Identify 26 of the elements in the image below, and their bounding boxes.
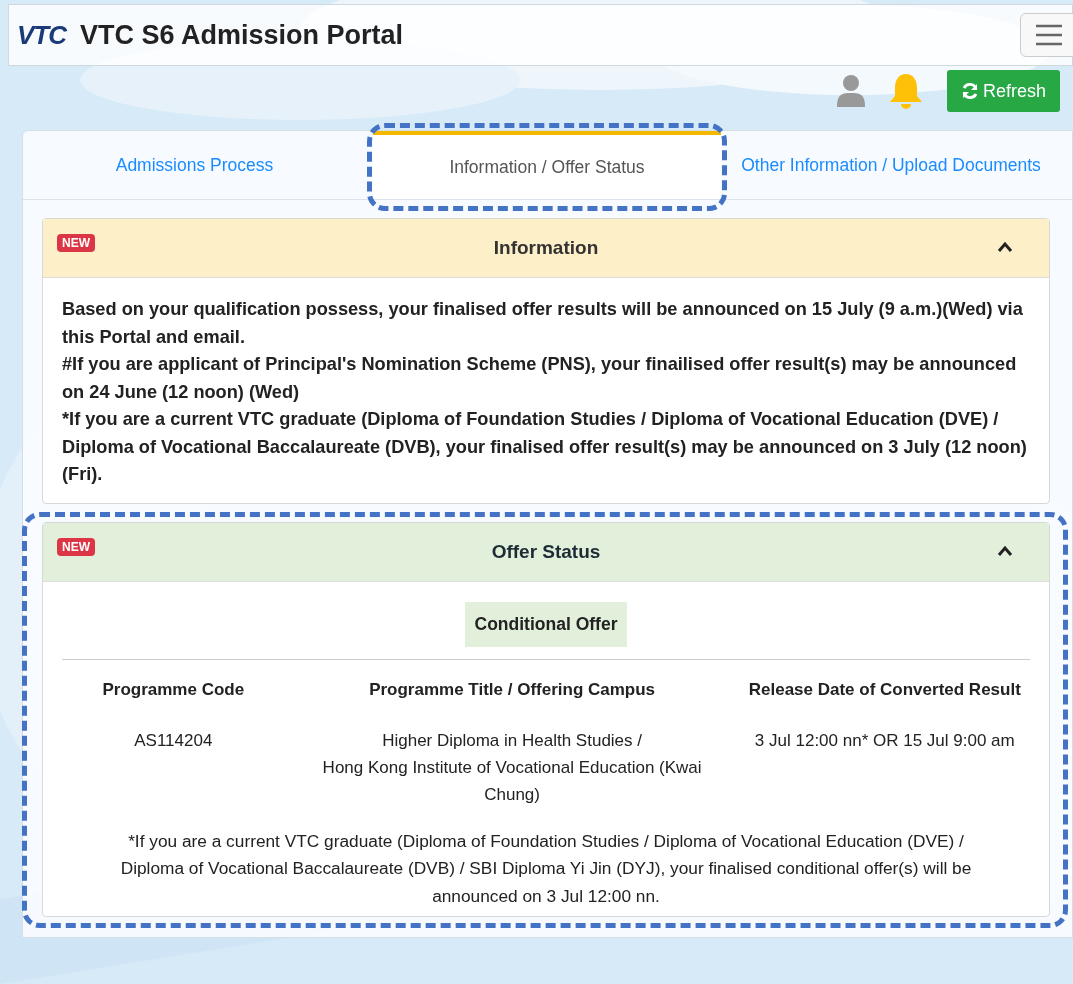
column-header: Programme Code — [102, 679, 245, 699]
chevron-icon[interactable] — [997, 241, 1013, 253]
offer-note: *If you are a current VTC graduate (Diploma of Foundation Studies / Diploma of Vocational Education (DVE) / Diploma of Vocational Baccalaureate (DVB) / SBI Diploma Yi Jin (DYJ), your finalised conditional offer(s) will be announced on 3 Jul 12:00 nn. — [119, 829, 973, 908]
user-icon[interactable] — [836, 75, 865, 107]
info-paragraph: #If you are applicant of Principal's Nomination Scheme (PNS), your finailised offer result(s) may be announced on 24 June (12 noon) (Wed) — [62, 353, 1018, 404]
logo: VTC — [17, 19, 66, 51]
column-header: Programme Title / Offering Campus — [369, 679, 656, 699]
new-badge: NEW — [57, 234, 95, 252]
offer-type-label: Conditional Offer — [464, 601, 628, 647]
panel-header[interactable]: NEW Offer Status — [43, 522, 1049, 582]
info-paragraph: Based on your qualification possess, your finalised offer results will be announced on 15 July (9 a.m.)(Wed) via this Portal and email. — [62, 298, 1024, 349]
table-cell: 3 Jul 12:00 nn* OR 15 Jul 9:00 am — [754, 730, 1015, 750]
panel-header[interactable]: NEW Information — [43, 219, 1049, 278]
menu-button[interactable] — [1020, 13, 1073, 57]
info-paragraph: *If you are a current VTC graduate (Diploma of Foundation Studies / Diploma of Vocational Education (DVE) / Diploma of Vocational Baccalaureate (DVB), your finalised offer result(s) may be announced on 3 July (12 noon) (Fri). — [62, 408, 1028, 486]
portal-title: VTC S6 Admission Portal — [80, 19, 404, 51]
tab[interactable]: Information / Offer Status — [373, 131, 721, 199]
new-badge: NEW — [57, 537, 95, 556]
panel-title: Offer Status — [491, 540, 601, 563]
table-cell: AS114204 — [134, 730, 213, 750]
menu-icon — [1034, 23, 1064, 47]
panel-title: Information — [493, 237, 599, 259]
refresh-icon — [960, 82, 979, 100]
column-header: Release Date of Converted Result — [748, 679, 1021, 699]
table-cell: Higher Diploma in Health Studies / Hong Kong Institute of Vocational Education (Kwai Chung) — [322, 730, 702, 804]
chevron-icon[interactable] — [997, 544, 1013, 557]
